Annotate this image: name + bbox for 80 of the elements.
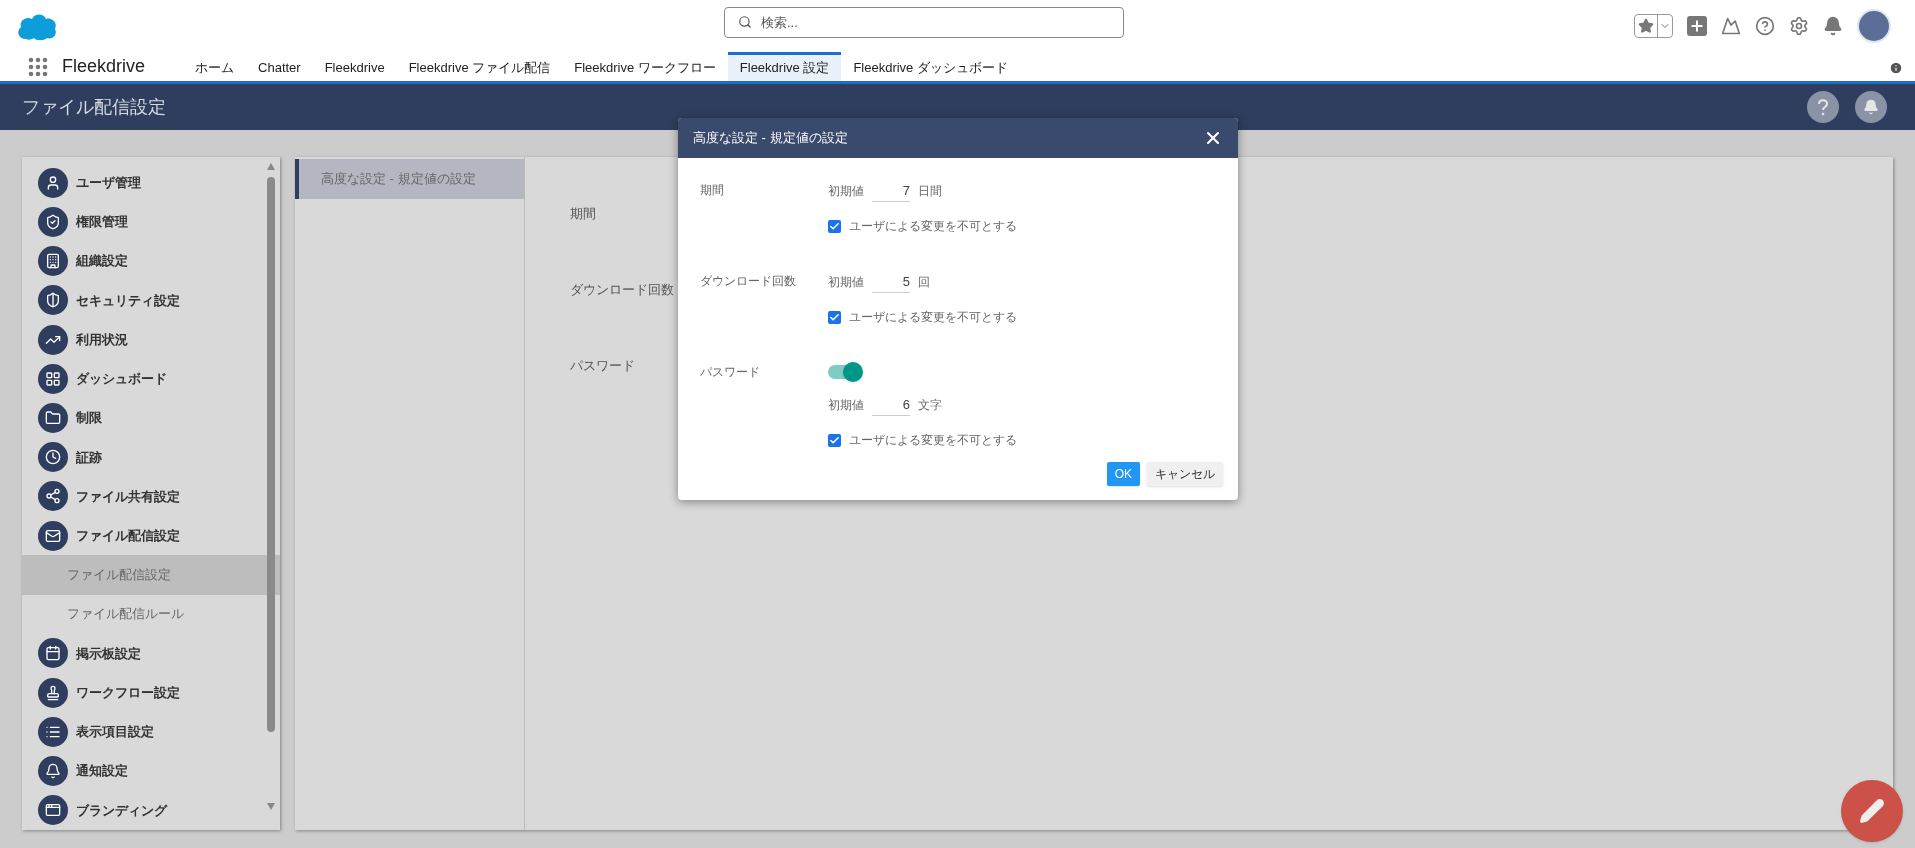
initial-value-label: 初期値 (828, 274, 864, 291)
app-launcher-icon[interactable] (28, 56, 48, 77)
setting-label: ダウンロード回数 (570, 281, 674, 296)
help-icon[interactable] (1755, 16, 1775, 36)
sidebar-item[interactable]: 制限 (76, 408, 102, 428)
calendar-icon (38, 638, 68, 669)
share-icon (38, 481, 68, 512)
sidebar-item[interactable]: セキュリティ設定 (76, 290, 180, 311)
settings-icon[interactable] (1789, 16, 1809, 36)
setting-label: パスワード (700, 364, 761, 381)
pencil-icon (1859, 798, 1885, 824)
initial-value-label: 初期値 (828, 397, 864, 414)
list-icon (38, 716, 68, 747)
setting-label: ダウンロード回数 (700, 273, 797, 290)
scrollbar[interactable] (266, 161, 276, 811)
half-shield-icon (38, 285, 68, 316)
bell-icon[interactable] (1823, 16, 1843, 36)
person-icon (38, 167, 68, 198)
sidebar-item[interactable]: 証跡 (76, 447, 102, 467)
checkbox[interactable] (828, 219, 841, 233)
help-icon[interactable] (1807, 91, 1839, 123)
plus-icon[interactable] (1687, 16, 1707, 36)
sidebar-item[interactable]: 権限管理 (76, 212, 128, 232)
input-field[interactable]: 6 (872, 394, 910, 416)
checkbox[interactable] (828, 310, 841, 324)
checkbox-label[interactable]: ユーザによる変更を不可とする (849, 217, 1017, 235)
mountain-icon[interactable] (1721, 16, 1741, 36)
checkbox[interactable] (828, 433, 841, 447)
bell-icon (38, 756, 68, 787)
info-icon[interactable] (1889, 61, 1903, 75)
sidebar-item[interactable]: 利用状況 (76, 329, 128, 350)
clock-icon (38, 442, 68, 473)
sidebar-item[interactable]: ワークフロー設定 (76, 682, 180, 703)
unit-label: 文字 (918, 397, 942, 414)
input-field[interactable]: 7 (872, 180, 910, 202)
mail-icon (38, 520, 68, 551)
nav-tab[interactable]: Fleekdrive ワークフロー (562, 52, 728, 81)
sidebar-item[interactable]: 通知設定 (76, 761, 128, 781)
nav-tab[interactable]: Fleekdrive 設定 (727, 52, 842, 81)
search-field[interactable]: 検索... (724, 7, 1124, 38)
initial-value-label: 初期値 (828, 183, 864, 200)
nav-tab[interactable]: Fleekdrive ファイル配信 (396, 52, 563, 81)
window-icon (38, 795, 68, 826)
nav-tab[interactable]: Fleekdrive ダッシュボード (841, 52, 1020, 81)
search-icon (738, 15, 752, 29)
sidebar-item[interactable]: ダッシュボード (76, 369, 167, 389)
sidebar-item[interactable]: ユーザ管理 (76, 172, 141, 193)
app-name: Fleekdrive (62, 55, 146, 78)
checkbox-label[interactable]: ユーザによる変更を不可とする (849, 431, 1017, 449)
sidebar-item[interactable]: ファイル共有設定 (76, 486, 180, 507)
page-title: ファイル配信設定 (22, 95, 166, 119)
favorites-button[interactable] (1634, 14, 1673, 38)
checkbox-label[interactable]: ユーザによる変更を不可とする (849, 308, 1017, 326)
nav-tab[interactable]: Fleekdrive (312, 52, 397, 81)
input-field[interactable]: 5 (872, 271, 910, 293)
setting-label: パスワード (570, 357, 635, 372)
sidebar-item[interactable]: 掲示板設定 (76, 643, 141, 664)
toggle-switch[interactable] (828, 362, 863, 382)
building-icon (38, 246, 68, 277)
dialog-title: 高度な設定 - 規定値の設定 (693, 129, 848, 148)
nav-tab[interactable]: Chatter (246, 52, 313, 81)
sidebar-item[interactable]: 表示項目設定 (76, 722, 154, 742)
sidebar-item[interactable]: ファイル配信設定 (76, 525, 180, 546)
nav-tab[interactable]: ホーム (183, 52, 247, 81)
sidebar-subitem[interactable]: ファイル配信ルール (22, 594, 280, 634)
stamp-icon (38, 677, 68, 708)
folder-icon (38, 403, 68, 433)
grid-icon (38, 363, 68, 394)
setting-label: 期間 (570, 205, 596, 220)
unit-label: 回 (918, 274, 930, 291)
setting-label: 期間 (700, 182, 725, 199)
star-icon (1638, 18, 1654, 34)
unit-label: 日間 (918, 183, 942, 200)
avatar[interactable] (1857, 9, 1891, 43)
chart-icon (38, 324, 68, 355)
cancel-button[interactable]: キャンセル (1147, 462, 1223, 486)
bell-icon[interactable] (1855, 91, 1887, 123)
sidebar-item[interactable]: 組織設定 (76, 251, 128, 271)
shield-check-icon (38, 206, 68, 237)
sidebar-item[interactable]: ブランディング (76, 800, 167, 821)
